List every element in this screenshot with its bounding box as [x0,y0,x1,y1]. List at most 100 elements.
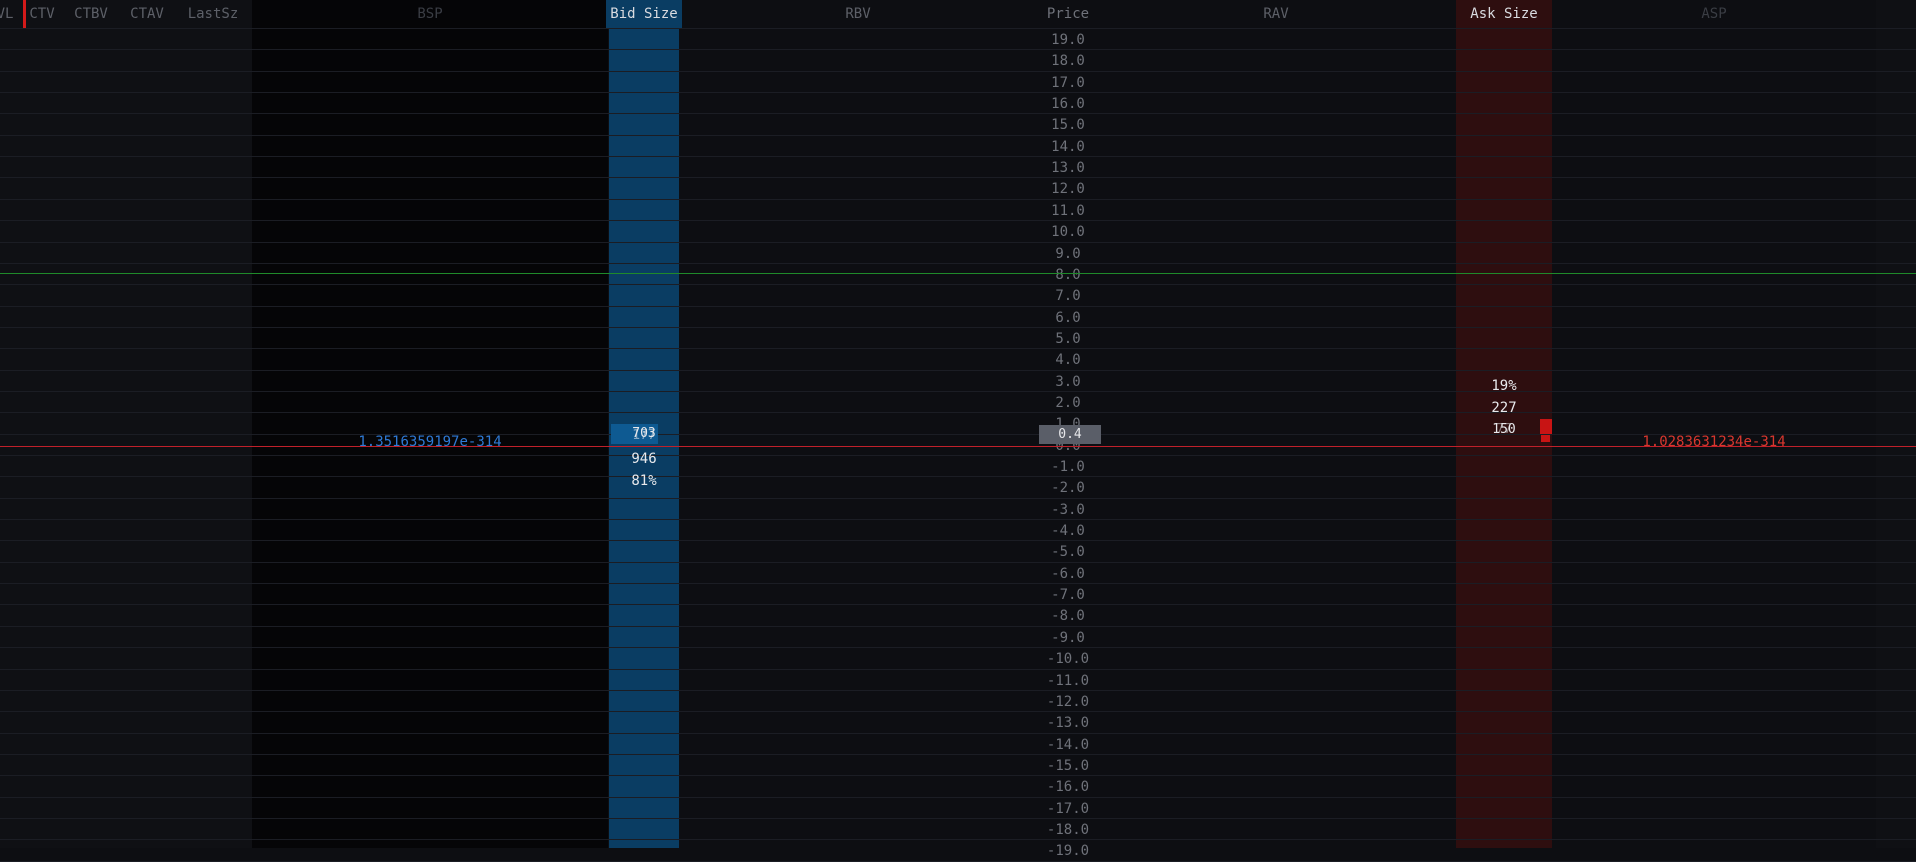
price-level[interactable]: 11.0 [1000,203,1136,219]
grid-line [0,28,1916,29]
price-level[interactable]: 13.0 [1000,160,1136,176]
price-level[interactable]: 3.0 [1000,374,1136,390]
header-ctav[interactable]: CTAV [124,0,170,28]
header-asp[interactable]: ASP [1660,0,1768,28]
asp-value: 1.0283631234e-314 [1642,434,1786,450]
grid-line [0,690,1916,691]
ask-volume-bar [1540,419,1552,434]
bid-percent: 81% [631,473,657,489]
ask-size-value-b[interactable]: 77 [1456,422,1552,438]
grid-line [0,476,1916,477]
price-level[interactable]: -13.0 [1000,715,1136,731]
grid-line [0,583,1916,584]
grid-line [0,498,1916,499]
price-level[interactable]: -12.0 [1000,694,1136,710]
grid-line [0,733,1916,734]
left-stats-panel [0,0,252,848]
grid-line [0,647,1916,648]
price-level[interactable]: -15.0 [1000,758,1136,774]
grid-line [0,626,1916,627]
price-level[interactable]: 14.0 [1000,139,1136,155]
price-level[interactable]: -16.0 [1000,779,1136,795]
bsp-column-bg [252,0,608,848]
grid-line [0,49,1916,50]
bid-total: 946 [631,451,657,467]
header-rav[interactable]: RAV [1218,0,1334,28]
header-ctv[interactable]: CTV [26,0,58,28]
header-ctbv[interactable]: CTBV [68,0,114,28]
grid-line [0,604,1916,605]
grid-line [0,711,1916,712]
price-level[interactable]: 6.0 [1000,310,1136,326]
grid-line [0,797,1916,798]
grid-line [0,156,1916,157]
price-level[interactable]: -11.0 [1000,673,1136,689]
grid-line [0,455,1916,456]
header-ask-size[interactable]: Ask Size [1456,0,1552,28]
current-price-value: 0.4 [1058,427,1082,442]
bsp-value: 1.3516359197e-314 [358,434,502,450]
grid-line [0,284,1916,285]
price-level[interactable]: -17.0 [1000,801,1136,817]
price-level[interactable]: 4.0 [1000,352,1136,368]
grid-line [0,669,1916,670]
price-level[interactable]: -10.0 [1000,651,1136,667]
price-level[interactable]: -8.0 [1000,608,1136,624]
grid-line [0,519,1916,520]
ask-percent: 19% [1491,378,1517,394]
header-vl[interactable]: VL [0,0,16,28]
grid-line [0,220,1916,221]
price-level[interactable]: 2.0 [1000,395,1136,411]
price-level[interactable]: -1.0 [1000,459,1136,475]
grid-line [0,540,1916,541]
grid-line [0,113,1916,114]
ask-volume-bar-small [1541,435,1550,442]
header-rbv[interactable]: RBV [800,0,916,28]
price-level[interactable]: 12.0 [1000,181,1136,197]
price-level[interactable]: -9.0 [1000,630,1136,646]
grid-line [0,242,1916,243]
price-level[interactable]: 15.0 [1000,117,1136,133]
grid-line [0,370,1916,371]
grid-line [0,818,1916,819]
grid-line [0,839,1916,840]
right-edge-panel [1876,0,1916,848]
price-level[interactable]: -7.0 [1000,587,1136,603]
price-level[interactable]: 8.0 [1000,267,1136,283]
price-level[interactable]: -4.0 [1000,523,1136,539]
grid-line [0,562,1916,563]
price-level[interactable]: 9.0 [1000,246,1136,262]
header-price[interactable]: Price [1010,0,1126,28]
header-bid-size[interactable]: Bid Size [606,0,682,28]
grid-line [0,391,1916,392]
price-level[interactable]: 10.0 [1000,224,1136,240]
price-level[interactable]: 5.0 [1000,331,1136,347]
grid-line [0,306,1916,307]
grid-line [0,199,1916,200]
header-bsp[interactable]: BSP [252,0,608,28]
price-level[interactable]: -19.0 [1000,843,1136,859]
price-level[interactable]: 16.0 [1000,96,1136,112]
grid-line [0,135,1916,136]
price-level[interactable]: -3.0 [1000,502,1136,518]
grid-line [0,412,1916,413]
bid-size-value-b[interactable]: 177 [611,428,677,444]
price-level[interactable]: -14.0 [1000,737,1136,753]
grid-line [0,348,1916,349]
price-level[interactable]: 7.0 [1000,288,1136,304]
grid-line [0,754,1916,755]
price-level[interactable]: -2.0 [1000,480,1136,496]
ask-total: 227 [1491,400,1517,416]
price-level[interactable]: -5.0 [1000,544,1136,560]
grid-line [0,327,1916,328]
grid-line [0,775,1916,776]
price-level[interactable]: -6.0 [1000,566,1136,582]
price-level[interactable]: 18.0 [1000,53,1136,69]
grid-line [0,92,1916,93]
price-level[interactable]: -18.0 [1000,822,1136,838]
grid-line [0,71,1916,72]
price-level[interactable]: 17.0 [1000,75,1136,91]
price-level[interactable]: 19.0 [1000,32,1136,48]
grid-line [0,177,1916,178]
header-lastsz[interactable]: LastSz [180,0,246,28]
